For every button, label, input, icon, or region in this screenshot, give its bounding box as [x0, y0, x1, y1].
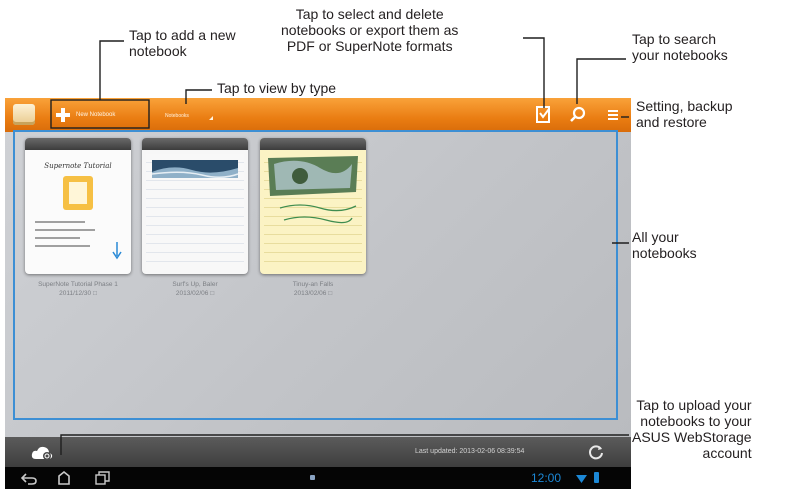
callout-select-export: Tap to select and delete notebooks or ex…: [281, 6, 459, 54]
callout-search: Tap to search your notebooks: [632, 31, 728, 63]
callout-upload: Tap to upload your notebooks to your ASU…: [632, 397, 752, 461]
callout-settings: Setting, backup and restore: [636, 98, 733, 130]
callout-new-notebook: Tap to add a new notebook: [129, 27, 236, 59]
callout-view-type: Tap to view by type: [217, 80, 337, 96]
callout-all-notebooks: All your notebooks: [632, 229, 697, 261]
